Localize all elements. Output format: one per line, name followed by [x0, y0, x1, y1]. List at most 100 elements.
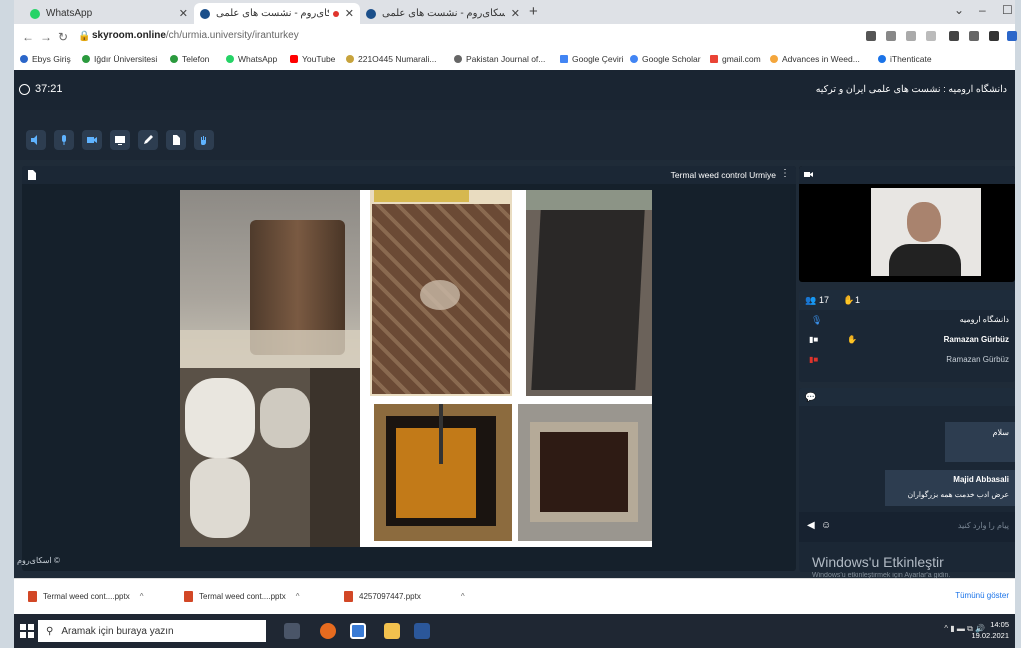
- bookmark-item[interactable]: Google Scholar: [630, 54, 701, 64]
- pencil-button[interactable]: [138, 130, 158, 150]
- chevron-up-icon[interactable]: ^: [461, 592, 465, 601]
- tab-skyroom[interactable]: اسکای‌روم - نشست های علمی ✕: [360, 3, 526, 24]
- bookmark-item[interactable]: WhatsApp: [226, 54, 277, 64]
- chat-input[interactable]: پیام را وارد کنید: [958, 521, 1009, 530]
- bookmark-label: gmail.com: [722, 54, 761, 64]
- raise-hand-button[interactable]: [194, 130, 214, 150]
- bookmark-label: Advances in Weed...: [782, 54, 860, 64]
- minimize-icon[interactable]: –: [979, 3, 986, 17]
- url-field[interactable]: skyroom.online/ch/urmia.university/irant…: [92, 30, 299, 41]
- close-icon[interactable]: ✕: [345, 7, 354, 20]
- chat-panel: 💬 سلام Majid Abbasali عرض ادب خدمت همه ب…: [799, 388, 1015, 572]
- maximize-icon[interactable]: ☐: [1002, 3, 1013, 17]
- reload-icon[interactable]: ↻: [58, 30, 68, 44]
- new-tab-icon[interactable]: +: [529, 3, 538, 20]
- chrome-icon[interactable]: [350, 623, 366, 639]
- download-item[interactable]: Termal weed cont....pptx ^: [28, 591, 143, 602]
- user-row[interactable]: 🎙 دانشگاه ارومیه: [799, 314, 1015, 328]
- download-item[interactable]: 4257097447.pptx ^: [344, 591, 465, 602]
- translate-icon[interactable]: [886, 31, 896, 41]
- window-frame-left: [0, 0, 14, 648]
- window-frame-right: [1015, 0, 1021, 648]
- app-footer: اسکای‌روم ©: [17, 556, 60, 565]
- word-icon[interactable]: [414, 623, 430, 639]
- screen-share-button[interactable]: [110, 130, 130, 150]
- close-icon[interactable]: ✕: [179, 7, 188, 20]
- bookmark-item[interactable]: gmail.com: [710, 54, 761, 64]
- recording-icon: [332, 10, 339, 17]
- powerpoint-icon: [184, 591, 193, 602]
- more-menu-icon[interactable]: ⋮: [780, 168, 790, 179]
- browser-tab-bar: WhatsApp ✕ اسکای‌روم - نشست های علمی ✕ ا…: [14, 0, 1015, 24]
- bookmark-label: iThenticate: [890, 54, 932, 64]
- file-explorer-icon[interactable]: [384, 623, 400, 639]
- microphone-icon: 🎙: [811, 315, 823, 325]
- slide-photo: [370, 190, 512, 396]
- bookmark-item[interactable]: YouTube: [290, 54, 335, 64]
- emoji-icon[interactable]: ☺: [821, 520, 831, 531]
- send-icon[interactable]: ◀: [807, 520, 815, 531]
- taskbar-search[interactable]: ⚲ Aramak için buraya yazın: [38, 620, 266, 642]
- clock-date: 19.02.2021: [971, 631, 1009, 640]
- back-icon[interactable]: ←: [22, 30, 34, 44]
- sidepanel-icon[interactable]: [989, 31, 999, 41]
- bookmark-item[interactable]: Advances in Weed...: [770, 54, 860, 64]
- firefox-icon[interactable]: [320, 623, 336, 639]
- file-button[interactable]: [166, 130, 186, 150]
- download-item[interactable]: Termal weed cont....pptx ^: [184, 591, 299, 602]
- bookmark-label: Pakistan Journal of...: [466, 54, 546, 64]
- bookmark-icon: [770, 55, 778, 63]
- hand-icon: [201, 136, 206, 145]
- camera-button[interactable]: [82, 130, 102, 150]
- show-all-downloads-link[interactable]: Tümünü göster: [955, 591, 1009, 600]
- slide-photo: [180, 368, 360, 547]
- screen-share-icon: [115, 136, 125, 145]
- task-view-icon[interactable]: [284, 623, 300, 639]
- chat-icon: 💬: [805, 392, 817, 402]
- slide-photo: [180, 190, 360, 368]
- whatsapp-icon: [30, 8, 40, 19]
- forward-icon[interactable]: →: [40, 30, 52, 44]
- chat-message-text: سلام: [992, 428, 1009, 437]
- windows-start-icon[interactable]: [20, 624, 34, 638]
- file-icon: [173, 135, 180, 145]
- bookmark-item[interactable]: 221O445 Numarali...: [346, 54, 436, 64]
- close-icon[interactable]: ✕: [511, 7, 520, 20]
- tab-search-icon[interactable]: ⌄: [954, 3, 964, 17]
- skyroom-icon: [366, 8, 376, 19]
- chevron-up-icon[interactable]: ^: [140, 592, 144, 601]
- download-filename: 4257097447.pptx: [359, 592, 421, 601]
- bookmarks-bar: Ebys Giriş Iğdır Üniversitesi Telefon Wh…: [14, 50, 1015, 71]
- bookmark-item[interactable]: Google Çeviri: [560, 54, 624, 64]
- star-icon[interactable]: [926, 31, 936, 41]
- clock[interactable]: 14:05 19.02.2021: [971, 619, 1009, 641]
- bookmark-item[interactable]: Ebys Giriş: [20, 54, 71, 64]
- extension-icon[interactable]: [949, 31, 959, 41]
- speaker-button[interactable]: [26, 130, 46, 150]
- bookmark-icon: [170, 55, 178, 63]
- whatsapp-icon: [226, 55, 234, 63]
- bookmark-icon: [346, 55, 354, 63]
- chevron-up-icon[interactable]: ^: [296, 592, 300, 601]
- downloads-bar: Termal weed cont....pptx ^ Termal weed c…: [14, 578, 1015, 615]
- bookmark-item[interactable]: Pakistan Journal of...: [454, 54, 545, 64]
- bookmark-item[interactable]: iThenticate: [878, 54, 932, 64]
- bookmark-label: Iğdır Üniversitesi: [94, 54, 158, 64]
- tab-whatsapp[interactable]: WhatsApp ✕: [24, 3, 194, 24]
- clock-icon: [19, 83, 30, 95]
- camera-permission-icon[interactable]: [866, 31, 876, 41]
- user-row[interactable]: ▮■ ✋ Ramazan Gürbüz: [799, 334, 1015, 348]
- share-icon[interactable]: [906, 31, 916, 41]
- bookmark-item[interactable]: Telefon: [170, 54, 209, 64]
- bookmark-label: Google Çeviri: [572, 54, 624, 64]
- bookmark-item[interactable]: Iğdır Üniversitesi: [82, 54, 157, 64]
- chat-message-text: عرض ادب خدمت همه بزرگواران: [907, 490, 1009, 499]
- microphone-button[interactable]: [54, 130, 74, 150]
- extension-icon[interactable]: [969, 31, 979, 41]
- profile-icon[interactable]: [1007, 31, 1017, 41]
- user-row[interactable]: ▮■ Ramazan Gürbüz: [799, 354, 1015, 368]
- tab-skyroom-active[interactable]: اسکای‌روم - نشست های علمی ✕: [194, 3, 360, 24]
- timer-value: 37:21: [35, 83, 63, 95]
- user-name: دانشگاه ارومیه: [959, 315, 1009, 324]
- chat-sender: Majid Abbasali: [953, 475, 1009, 484]
